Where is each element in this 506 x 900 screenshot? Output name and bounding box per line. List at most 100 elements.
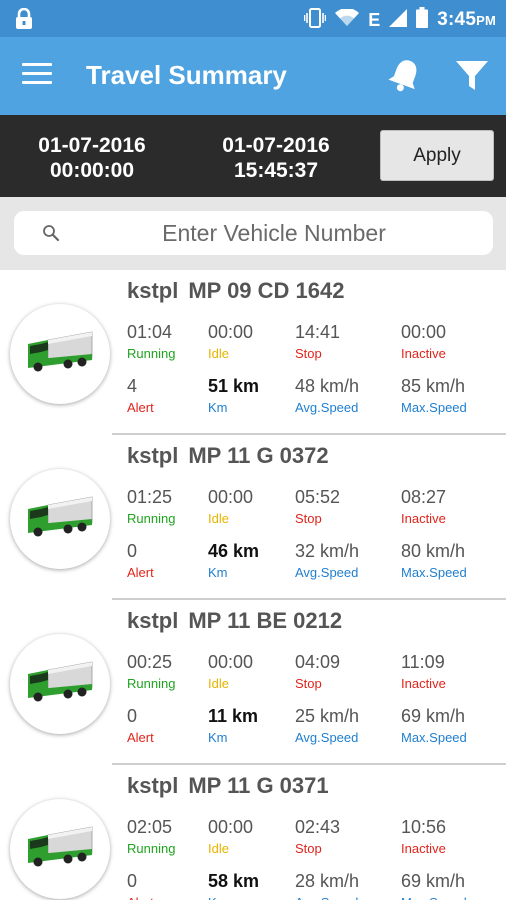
vehicle-card[interactable]: kstpl MP 09 CD 1642 01:04 Running 00:00 Idl…: [0, 270, 506, 435]
clock: 3:45PM: [437, 9, 496, 30]
max-speed-metric: 69 km/h Max.Speed: [401, 706, 467, 746]
idle-label: Idle: [208, 841, 229, 856]
avg-speed-label: Avg.Speed: [295, 895, 359, 900]
idle-value: 00:00: [208, 487, 254, 507]
idle-metric: 00:00 Idle: [208, 487, 253, 527]
to-datetime[interactable]: 01-07-2016 15:45:37: [206, 133, 346, 183]
vehicle-number: MP 11 G 0371: [188, 773, 329, 798]
max-speed-value: 69 km/h: [401, 706, 466, 726]
inactive-value: 08:27: [401, 487, 447, 507]
distance-value: 58 km: [208, 871, 260, 891]
vehicle-card[interactable]: kstpl MP 11 G 0371 02:05 Running 00:00 Idle…: [0, 765, 506, 900]
truck-icon: [28, 331, 93, 372]
stop-label: Stop: [295, 841, 322, 856]
running-label: Running: [127, 346, 176, 361]
distance-metric: 46 km Km: [208, 541, 259, 581]
truck-icon: [28, 826, 93, 867]
vehicle-owner: kstpl: [127, 278, 179, 303]
from-time: 00:00:00: [49, 159, 135, 182]
menu-icon[interactable]: [22, 63, 52, 89]
running-metric: 02:05 Running: [127, 817, 175, 857]
search-icon: [42, 224, 60, 247]
to-time: 15:45:37: [233, 159, 319, 182]
signal-icon: [389, 8, 408, 32]
truck-avatar: [10, 304, 110, 404]
vehicle-title: kstpl MP 11 BE 0212: [127, 608, 342, 634]
idle-label: Idle: [208, 346, 229, 361]
avg-speed-value: 25 km/h: [295, 706, 360, 726]
inactive-label: Inactive: [401, 511, 446, 526]
stop-value: 14:41: [295, 322, 341, 342]
running-metric: 00:25 Running: [127, 652, 175, 692]
vehicle-number: MP 11 G 0372: [188, 443, 329, 468]
truck-avatar: [10, 634, 110, 734]
running-value: 00:25: [127, 652, 173, 672]
alert-value: 0: [127, 541, 138, 561]
alert-metric: 0 Alert: [127, 871, 154, 900]
inactive-label: Inactive: [401, 841, 446, 856]
running-metric: 01:04 Running: [127, 322, 175, 362]
idle-metric: 00:00 Idle: [208, 652, 253, 692]
vibrate-icon: [303, 7, 327, 33]
idle-metric: 00:00 Idle: [208, 322, 253, 362]
bell-icon[interactable]: [387, 57, 423, 100]
filter-icon[interactable]: [455, 59, 489, 98]
battery-icon: [416, 7, 429, 33]
stop-value: 02:43: [295, 817, 341, 837]
vehicle-card[interactable]: kstpl MP 11 G 0372 01:25 Running 00:00 Idle…: [0, 435, 506, 600]
max-speed-label: Max.Speed: [401, 565, 467, 580]
inactive-label: Inactive: [401, 676, 446, 691]
vehicle-search-input[interactable]: [74, 215, 474, 251]
alert-label: Alert: [127, 895, 154, 900]
distance-metric: 11 km Km: [208, 706, 258, 746]
truck-icon: [28, 496, 93, 537]
stop-metric: 14:41 Stop: [295, 322, 340, 362]
inactive-metric: 10:56 Inactive: [401, 817, 446, 857]
network-type: E: [368, 9, 381, 30]
idle-value: 00:00: [208, 322, 254, 342]
stop-value: 05:52: [295, 487, 341, 507]
avg-speed-metric: 48 km/h Avg.Speed: [295, 376, 359, 416]
to-date: 01-07-2016: [222, 134, 330, 157]
from-datetime[interactable]: 01-07-2016 00:00:00: [22, 133, 162, 183]
max-speed-metric: 69 km/h Max.Speed: [401, 871, 467, 900]
vehicle-owner: kstpl: [127, 608, 179, 633]
search-area: [0, 197, 506, 270]
distance-label: Km: [208, 400, 228, 415]
avg-speed-label: Avg.Speed: [295, 565, 359, 580]
distance-value: 11 km: [208, 706, 259, 726]
stop-metric: 04:09 Stop: [295, 652, 340, 692]
avg-speed-value: 28 km/h: [295, 871, 360, 891]
wifi-icon: [335, 7, 360, 32]
avg-speed-metric: 25 km/h Avg.Speed: [295, 706, 359, 746]
running-value: 02:05: [127, 817, 173, 837]
idle-label: Idle: [208, 676, 229, 691]
alert-metric: 0 Alert: [127, 706, 154, 746]
max-speed-value: 69 km/h: [401, 871, 466, 891]
vehicle-card[interactable]: kstpl MP 11 BE 0212 00:25 Running 00:00 Idl…: [0, 600, 506, 765]
distance-metric: 58 km Km: [208, 871, 259, 900]
vehicle-title: kstpl MP 11 G 0372: [127, 443, 329, 469]
from-date: 01-07-2016: [38, 134, 146, 157]
running-label: Running: [127, 511, 176, 526]
alert-label: Alert: [127, 400, 154, 415]
apply-button[interactable]: Apply: [380, 130, 494, 181]
avg-speed-metric: 28 km/h Avg.Speed: [295, 871, 359, 900]
vehicle-owner: kstpl: [127, 773, 179, 798]
max-speed-metric: 80 km/h Max.Speed: [401, 541, 467, 581]
idle-value: 00:00: [208, 652, 254, 672]
stop-label: Stop: [295, 346, 322, 361]
vehicle-title: kstpl MP 09 CD 1642: [127, 278, 345, 304]
vehicle-owner: kstpl: [127, 443, 179, 468]
alert-value: 0: [127, 871, 138, 891]
truck-avatar: [10, 799, 110, 899]
search-box: [14, 211, 493, 255]
max-speed-label: Max.Speed: [401, 730, 467, 745]
idle-metric: 00:00 Idle: [208, 817, 253, 857]
idle-value: 00:00: [208, 817, 254, 837]
stop-metric: 02:43 Stop: [295, 817, 340, 857]
inactive-metric: 08:27 Inactive: [401, 487, 446, 527]
running-value: 01:25: [127, 487, 173, 507]
alert-value: 0: [127, 706, 138, 726]
running-metric: 01:25 Running: [127, 487, 175, 527]
